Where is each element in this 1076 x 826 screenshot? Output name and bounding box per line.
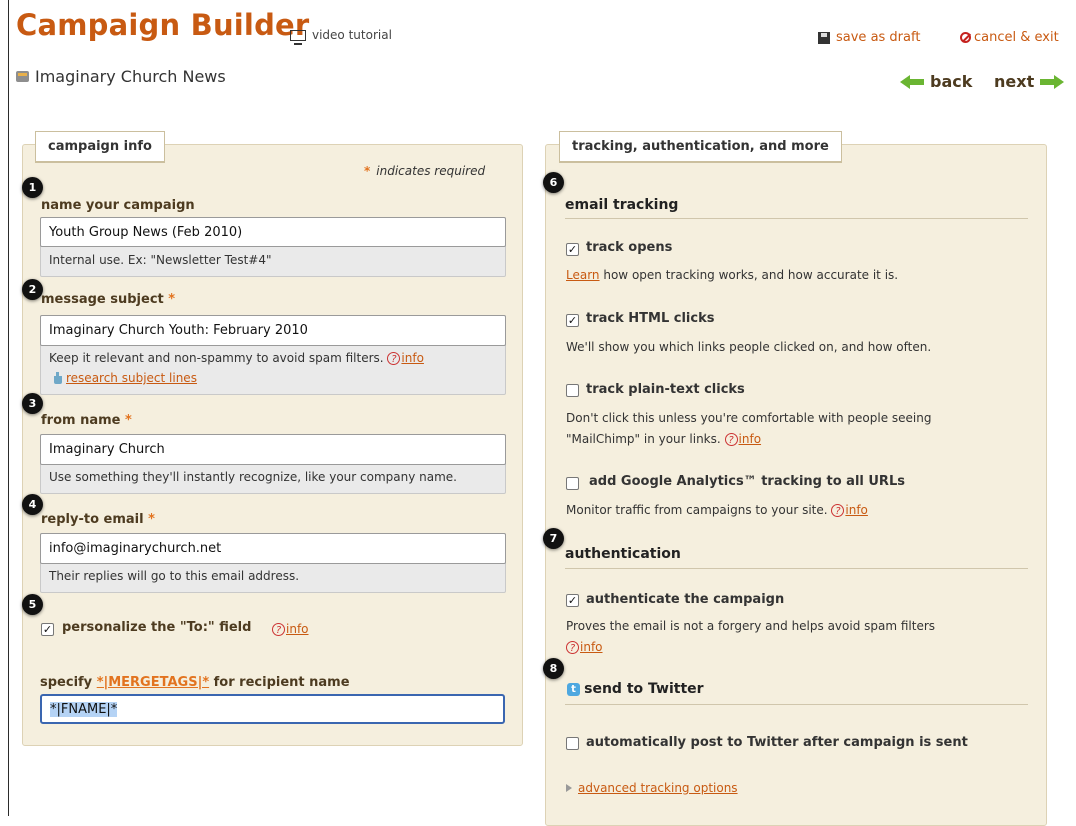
track-opens-checkbox[interactable]: ✓	[566, 243, 579, 256]
page-title: Campaign Builder	[16, 8, 310, 42]
track-opens-desc: Learn how open tracking works, and how a…	[566, 268, 899, 282]
step-badge-2: 2	[22, 279, 43, 300]
learn-link[interactable]: Learn	[566, 268, 600, 282]
help-icon: ?	[724, 433, 738, 446]
divider	[565, 218, 1028, 219]
mergetags-link[interactable]: *|MERGETAGS|*	[97, 675, 209, 690]
field-label-from-name: from name *	[41, 413, 132, 428]
research-subject-lines[interactable]: research subject lines	[52, 371, 197, 385]
save-as-draft-label: save as draft	[836, 30, 921, 45]
campaign-name-hint: Internal use. Ex: "Newsletter Test#4"	[49, 253, 272, 267]
email-tracking-heading: email tracking	[565, 197, 679, 213]
advanced-tracking-link[interactable]: advanced tracking options	[578, 781, 738, 795]
authenticate-info[interactable]: ? info	[566, 640, 603, 654]
personalize-info-link[interactable]: info	[286, 622, 309, 636]
flask-icon	[52, 372, 62, 384]
track-plain-text-checkbox[interactable]	[566, 384, 579, 397]
authentication-heading: authentication	[565, 546, 681, 562]
authenticate-desc: Proves the email is not a forgery and he…	[566, 619, 936, 633]
personalize-label: personalize the "To:" field	[62, 620, 252, 635]
personalize-info[interactable]: ? info	[272, 622, 309, 636]
newsletter-icon	[16, 71, 29, 82]
help-icon: ?	[387, 352, 401, 365]
next-label: next	[994, 72, 1035, 91]
step-badge-6: 6	[543, 172, 564, 193]
campaign-info-header: campaign info	[35, 131, 165, 163]
track-html-clicks-label: track HTML clicks	[586, 311, 715, 326]
save-icon	[818, 31, 830, 44]
required-note: * indicates required	[364, 164, 486, 178]
campaign-name: Imaginary Church News	[16, 67, 226, 86]
track-opens-label: track opens	[586, 240, 673, 255]
track-plain-text-desc-1: Don't click this unless you're comfortab…	[566, 411, 932, 425]
authenticate-info-link[interactable]: info	[580, 640, 603, 654]
save-as-draft-link[interactable]: save as draft	[818, 30, 920, 45]
step-badge-4: 4	[22, 494, 43, 515]
advanced-tracking-toggle[interactable]: advanced tracking options	[566, 781, 738, 795]
research-subject-lines-link[interactable]: research subject lines	[66, 371, 197, 385]
google-analytics-label: add Google Analytics™ tracking to all UR…	[589, 474, 905, 489]
from-name-hint: Use something they'll instantly recogniz…	[49, 470, 457, 484]
cancel-icon	[960, 32, 971, 43]
track-plain-text-desc-2: "MailChimp" in your links. ? info	[566, 432, 762, 446]
mergetag-input[interactable]: *|FNAME|*	[40, 694, 505, 724]
back-label: back	[930, 72, 973, 91]
monitor-icon	[290, 29, 306, 45]
divider	[565, 704, 1028, 705]
step-badge-5: 5	[22, 594, 43, 615]
field-label-campaign-name: name your campaign	[41, 198, 195, 213]
next-button[interactable]: next	[994, 72, 1065, 91]
track-plain-text-label: track plain-text clicks	[586, 382, 745, 397]
help-icon: ?	[831, 504, 845, 517]
authenticate-label: authenticate the campaign	[586, 592, 785, 607]
track-html-clicks-checkbox[interactable]: ✓	[566, 314, 579, 327]
field-label-reply-to: reply-to email *	[41, 512, 155, 527]
message-subject-hint: Keep it relevant and non-spammy to avoid…	[49, 351, 424, 365]
personalize-checkbox[interactable]: ✓	[41, 623, 54, 636]
twitter-label: automatically post to Twitter after camp…	[586, 735, 968, 750]
step-badge-1: 1	[22, 177, 43, 198]
plain-text-info-link[interactable]: info	[739, 432, 762, 446]
subject-info-link[interactable]: info	[401, 351, 424, 365]
step-badge-7: 7	[543, 528, 564, 549]
twitter-icon: t	[567, 683, 580, 696]
reply-to-input[interactable]: info@imaginarychurch.net	[40, 533, 506, 564]
google-analytics-desc: Monitor traffic from campaigns to your s…	[566, 503, 868, 517]
cancel-exit-label: cancel & exit	[974, 30, 1059, 45]
campaign-name-input[interactable]: Youth Group News (Feb 2010)	[40, 217, 506, 247]
mergetags-label: specify *|MERGETAGS|* for recipient name	[40, 675, 350, 690]
reply-to-hint: Their replies will go to this email addr…	[49, 569, 300, 583]
message-subject-input[interactable]: Imaginary Church Youth: February 2010	[40, 315, 506, 346]
next-arrow-icon	[1040, 74, 1065, 89]
divider	[565, 568, 1028, 569]
step-badge-3: 3	[22, 393, 43, 414]
twitter-checkbox[interactable]	[566, 737, 579, 750]
twitter-heading: t send to Twitter	[567, 681, 704, 697]
cancel-exit-link[interactable]: cancel & exit	[960, 30, 1059, 45]
step-badge-8: 8	[543, 658, 564, 679]
video-tutorial-label: video tutorial	[312, 28, 392, 42]
video-tutorial-link[interactable]: video tutorial	[290, 28, 392, 45]
google-analytics-checkbox[interactable]	[566, 477, 579, 490]
help-icon: ?	[272, 623, 285, 636]
from-name-input[interactable]: Imaginary Church	[40, 434, 506, 465]
page-left-border	[8, 0, 9, 816]
back-button[interactable]: back	[900, 72, 972, 91]
authenticate-checkbox[interactable]: ✓	[566, 594, 579, 607]
expand-triangle-icon	[566, 784, 572, 792]
campaign-name-label: Imaginary Church News	[35, 67, 226, 86]
tracking-panel-header: tracking, authentication, and more	[559, 131, 842, 163]
analytics-info-link[interactable]: info	[845, 503, 868, 517]
field-label-message-subject: message subject *	[41, 292, 176, 307]
track-html-clicks-desc: We'll show you which links people clicke…	[566, 340, 932, 354]
back-arrow-icon	[900, 74, 924, 89]
help-icon: ?	[566, 641, 579, 654]
